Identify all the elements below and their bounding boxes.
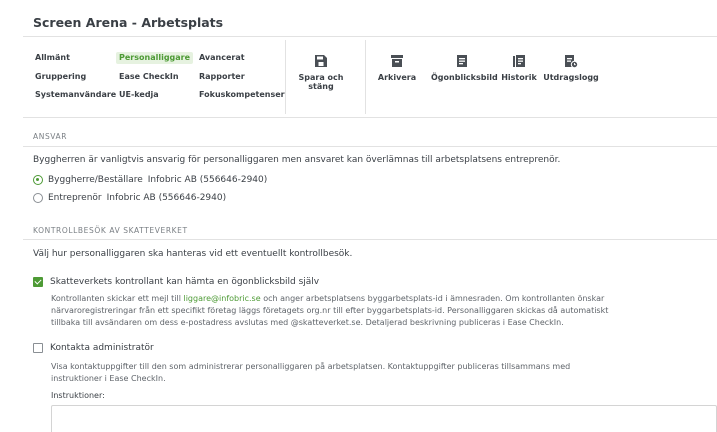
contact-description-line1: Visa kontaktuppgifter till den som admin… xyxy=(51,362,571,371)
save-and-close-button[interactable]: Spara och stäng xyxy=(293,54,349,91)
desc-text: Kontrollanten skickar ett mejl till xyxy=(51,294,184,303)
section-nav: Allmänt Personalliggare Avancerat Gruppe… xyxy=(32,51,302,107)
kontroll-divider xyxy=(23,239,717,240)
history-button[interactable]: Historik xyxy=(497,54,541,82)
snapshot-description-line1: Kontrollanten skickar ett mejl till ligg… xyxy=(51,293,717,304)
toolbar: Allmänt Personalliggare Avancerat Gruppe… xyxy=(23,40,717,114)
header-divider xyxy=(23,36,717,37)
extract-log-button[interactable]: Utdragslogg xyxy=(543,54,599,82)
radio-button-selected[interactable] xyxy=(33,175,43,185)
kontroll-description: Välj hur personalliggaren ska hanteras v… xyxy=(33,249,353,259)
archive-icon xyxy=(391,55,403,67)
nav-item-gruppering[interactable]: Gruppering xyxy=(32,71,89,83)
document-clock-icon xyxy=(565,55,578,68)
ansvar-divider xyxy=(23,146,717,147)
desc-text: och anger arbetsplatsens byggarbetsplats… xyxy=(260,294,605,303)
save-icon xyxy=(315,55,327,67)
checkbox-label: Kontakta administratör xyxy=(50,343,154,353)
radio-company: Infobric AB (556646-2940) xyxy=(106,193,227,203)
radio-company: Infobric AB (556646-2940) xyxy=(147,175,268,185)
ansvar-description: Byggherren är vanligtvis ansvarig för pe… xyxy=(33,155,561,165)
radio-label: Byggherre/Beställare xyxy=(48,175,143,185)
nav-item-ease-checkin[interactable]: Ease CheckIn xyxy=(116,71,182,83)
instructions-label: Instruktioner: xyxy=(51,391,105,400)
radio-option-entreprenor[interactable]: Entreprenör Infobric AB (556646-2940) xyxy=(33,193,226,203)
nav-item-rapporter[interactable]: Rapporter xyxy=(196,71,248,83)
checkbox-checked[interactable] xyxy=(33,277,43,287)
snapshot-description-line3: tillbaka till avsändaren om dess e-posta… xyxy=(51,318,564,327)
nav-item-systemanvandare[interactable]: Systemanvändare xyxy=(32,89,119,101)
radio-button[interactable] xyxy=(33,193,43,203)
archive-label: Arkivera xyxy=(377,73,417,82)
snapshot-button[interactable]: Ögonblicksbild xyxy=(431,54,498,82)
nav-item-personalliggare[interactable]: Personalliggare xyxy=(116,52,194,64)
snapshot-description-line2: närvaroregistreringar från ett specifikt… xyxy=(51,306,609,315)
extract-log-label: Utdragslogg xyxy=(543,73,599,82)
nav-item-ue-kedja[interactable]: UE-kedja xyxy=(116,89,162,101)
nav-item-fokuskompetenser[interactable]: Fokuskompetenser xyxy=(196,89,288,101)
kontroll-heading: KONTROLLBESÖK AV SKATTEVERKET xyxy=(33,226,188,235)
toolbar-divider xyxy=(285,40,286,114)
contact-description-line2: instruktioner i Ease CheckIn. xyxy=(51,374,166,383)
nav-item-avancerat[interactable]: Avancerat xyxy=(196,52,248,64)
checkbox[interactable] xyxy=(33,343,43,353)
page-title: Screen Arena - Arbetsplats xyxy=(33,15,224,30)
ansvar-heading: ANSVAR xyxy=(33,132,68,141)
nav-item-allmant[interactable]: Allmänt xyxy=(32,52,73,64)
document-icon xyxy=(457,55,467,67)
save-label-line1: Spara och xyxy=(298,73,344,82)
snapshot-label: Ögonblicksbild xyxy=(431,73,498,82)
archive-button[interactable]: Arkivera xyxy=(374,54,420,82)
email-link[interactable]: liggare@infobric.se xyxy=(183,294,260,303)
checkbox-option-snapshot[interactable]: Skatteverkets kontrollant kan hämta en ö… xyxy=(33,277,319,287)
checkbox-option-contact-admin[interactable]: Kontakta administratör xyxy=(33,343,154,353)
toolbar-bottom-divider xyxy=(23,117,717,118)
radio-label: Entreprenör xyxy=(48,193,102,203)
history-icon xyxy=(513,55,525,67)
radio-option-byggherre[interactable]: Byggherre/Beställare Infobric AB (556646… xyxy=(33,175,267,185)
history-label: Historik xyxy=(501,73,537,82)
instructions-textarea[interactable] xyxy=(51,405,717,432)
checkbox-label: Skatteverkets kontrollant kan hämta en ö… xyxy=(50,277,320,287)
toolbar-divider xyxy=(365,40,366,114)
save-label-line2: stäng xyxy=(308,82,334,91)
